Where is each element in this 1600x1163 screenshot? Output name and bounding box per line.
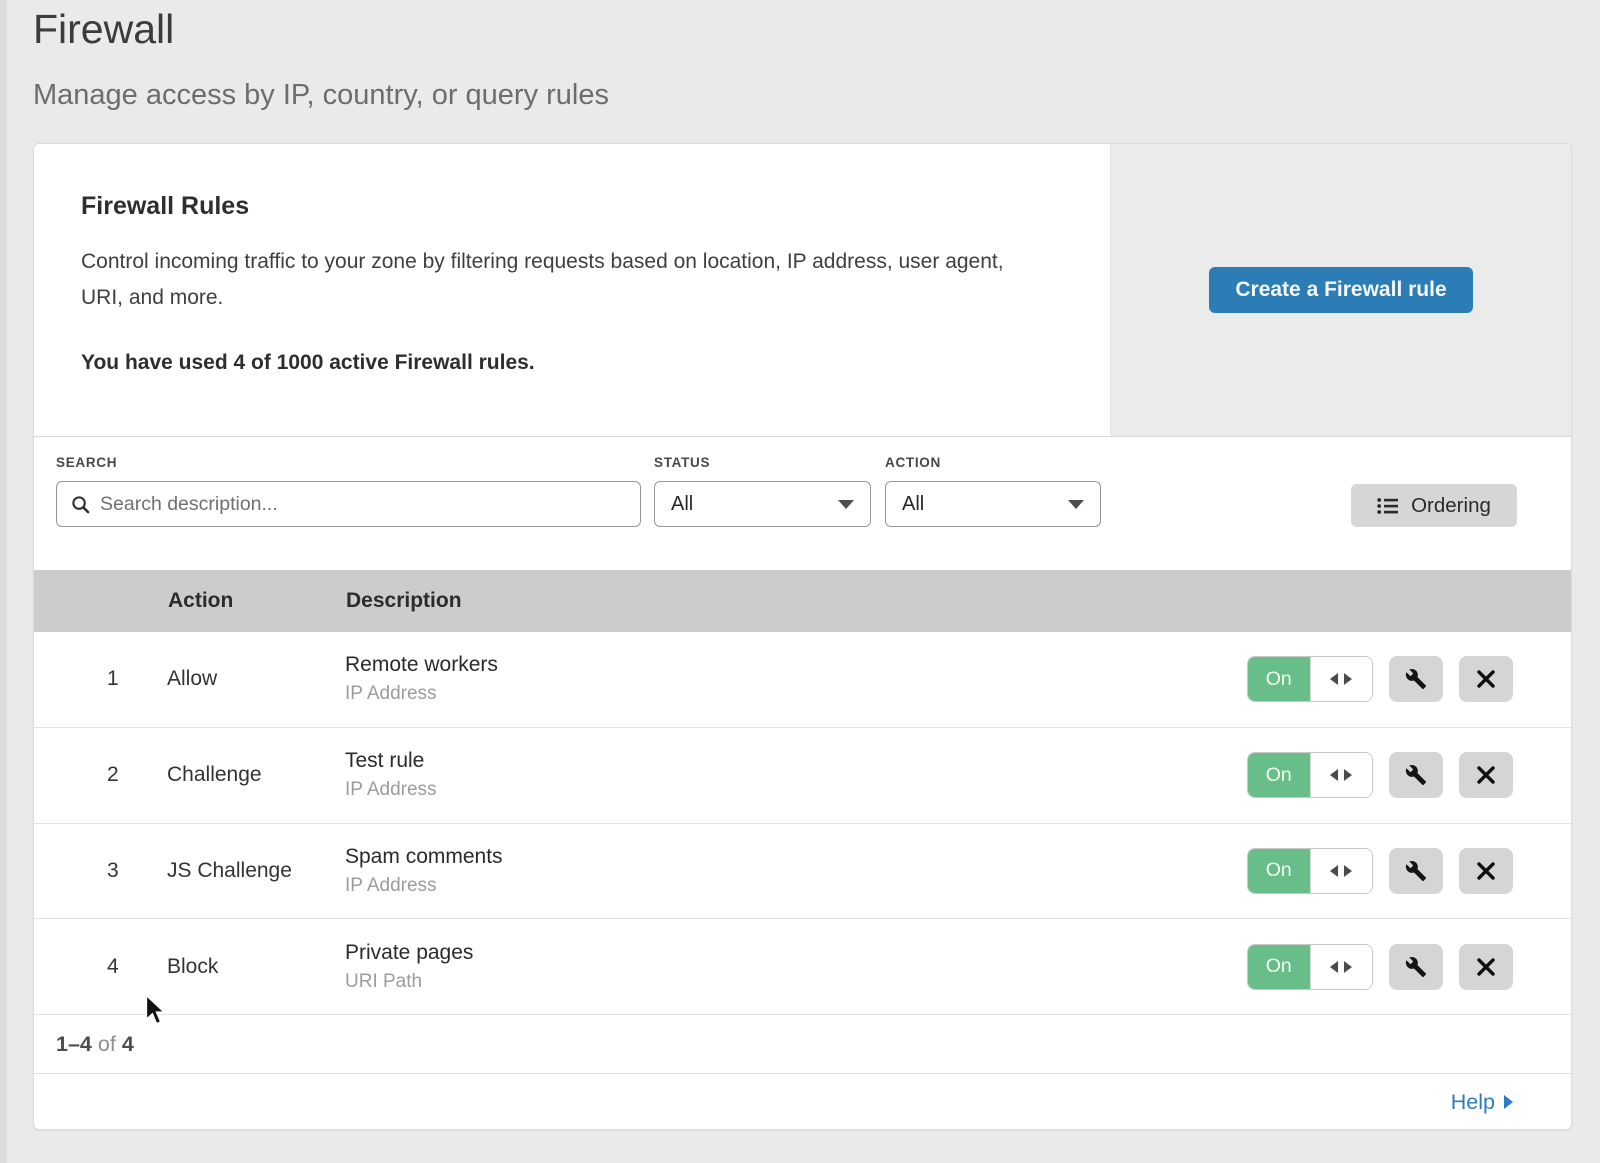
arrow-left-icon — [1330, 865, 1338, 877]
arrow-left-icon — [1330, 673, 1338, 685]
toggle-handle — [1310, 753, 1373, 797]
arrow-left-icon — [1330, 769, 1338, 781]
pagination-range: 1–4 — [56, 1032, 92, 1057]
pagination-total: 4 — [122, 1032, 134, 1057]
overview-heading: Firewall Rules — [81, 192, 249, 221]
action-select[interactable]: All — [885, 481, 1101, 527]
rule-field: IP Address — [345, 683, 1247, 705]
rule-description: Test rule — [345, 749, 1247, 773]
table-row: 3 JS Challenge Spam comments IP Address … — [34, 824, 1571, 920]
toggle-on-label: On — [1248, 753, 1310, 797]
rule-enabled-toggle[interactable]: On — [1247, 656, 1373, 702]
status-label: STATUS — [654, 455, 710, 470]
delete-rule-button[interactable] — [1459, 944, 1513, 990]
pagination-of: of — [98, 1032, 116, 1057]
wrench-icon — [1405, 764, 1427, 786]
arrow-right-icon — [1504, 1095, 1513, 1109]
page-title: Firewall — [33, 6, 174, 53]
overview-usage-note: You have used 4 of 1000 active Firewall … — [81, 351, 535, 375]
create-firewall-rule-button[interactable]: Create a Firewall rule — [1209, 267, 1472, 313]
overview-action-panel: Create a Firewall rule — [1110, 144, 1571, 436]
delete-rule-button[interactable] — [1459, 848, 1513, 894]
action-selected-value: All — [902, 493, 924, 516]
help-link-label: Help — [1451, 1090, 1495, 1115]
rule-field: URI Path — [345, 971, 1247, 993]
search-input[interactable] — [100, 493, 626, 516]
page-subtitle: Manage access by IP, country, or query r… — [33, 79, 609, 112]
close-icon — [1477, 766, 1495, 784]
rule-priority: 3 — [34, 859, 167, 883]
close-icon — [1477, 670, 1495, 688]
toggle-handle — [1310, 849, 1373, 893]
ordering-list-icon — [1377, 497, 1399, 515]
help-link[interactable]: Help — [1451, 1090, 1513, 1115]
wrench-icon — [1405, 668, 1427, 690]
edit-rule-button[interactable] — [1389, 656, 1443, 702]
rule-priority: 1 — [34, 667, 167, 691]
rule-description: Private pages — [345, 941, 1247, 965]
toggle-handle — [1310, 945, 1373, 989]
action-label: ACTION — [885, 455, 941, 470]
firewall-rules-table-card: SEARCH STATUS All ACTION All Ordering Ac… — [33, 437, 1572, 1130]
ordering-button[interactable]: Ordering — [1351, 484, 1517, 527]
window-edge — [0, 0, 7, 1163]
edit-rule-button[interactable] — [1389, 944, 1443, 990]
delete-rule-button[interactable] — [1459, 752, 1513, 798]
rule-field: IP Address — [345, 875, 1247, 897]
table-header: Action Description — [34, 570, 1571, 632]
column-header-action: Action — [168, 589, 346, 613]
firewall-rules-overview-card: Firewall Rules Control incoming traffic … — [33, 143, 1572, 437]
rules-list: 1 Allow Remote workers IP Address On — [34, 632, 1571, 1015]
rule-action: Challenge — [167, 763, 345, 787]
delete-rule-button[interactable] — [1459, 656, 1513, 702]
close-icon — [1477, 958, 1495, 976]
table-row: 4 Block Private pages URI Path On — [34, 919, 1571, 1015]
pagination-status: 1–4 of 4 — [56, 1015, 134, 1073]
rule-action: Block — [167, 955, 345, 979]
toggle-on-label: On — [1248, 849, 1310, 893]
rule-field: IP Address — [345, 779, 1247, 801]
arrow-right-icon — [1344, 769, 1352, 781]
arrow-right-icon — [1344, 673, 1352, 685]
toggle-on-label: On — [1248, 657, 1310, 701]
toggle-handle — [1310, 657, 1373, 701]
edit-rule-button[interactable] — [1389, 848, 1443, 894]
rule-action: JS Challenge — [167, 859, 345, 883]
chevron-down-icon — [1068, 500, 1084, 509]
rule-enabled-toggle[interactable]: On — [1247, 752, 1373, 798]
rule-priority: 4 — [34, 955, 167, 979]
table-row: 2 Challenge Test rule IP Address On — [34, 728, 1571, 824]
wrench-icon — [1405, 956, 1427, 978]
arrow-left-icon — [1330, 961, 1338, 973]
rule-description: Spam comments — [345, 845, 1247, 869]
rule-priority: 2 — [34, 763, 167, 787]
card-footer: Help — [34, 1073, 1571, 1130]
toggle-on-label: On — [1248, 945, 1310, 989]
status-selected-value: All — [671, 493, 693, 516]
rule-enabled-toggle[interactable]: On — [1247, 848, 1373, 894]
edit-rule-button[interactable] — [1389, 752, 1443, 798]
search-label: SEARCH — [56, 455, 117, 470]
status-select[interactable]: All — [654, 481, 871, 527]
search-icon — [71, 495, 90, 514]
arrow-right-icon — [1344, 961, 1352, 973]
search-box — [56, 481, 641, 527]
rule-description: Remote workers — [345, 653, 1247, 677]
rule-action: Allow — [167, 667, 345, 691]
close-icon — [1477, 862, 1495, 880]
ordering-button-label: Ordering — [1411, 494, 1491, 518]
column-header-description: Description — [346, 589, 462, 613]
overview-description: Control incoming traffic to your zone by… — [81, 244, 1041, 316]
rule-enabled-toggle[interactable]: On — [1247, 944, 1373, 990]
arrow-right-icon — [1344, 865, 1352, 877]
firewall-page: Firewall Manage access by IP, country, o… — [0, 0, 1600, 1163]
table-row: 1 Allow Remote workers IP Address On — [34, 632, 1571, 728]
chevron-down-icon — [838, 500, 854, 509]
wrench-icon — [1405, 860, 1427, 882]
